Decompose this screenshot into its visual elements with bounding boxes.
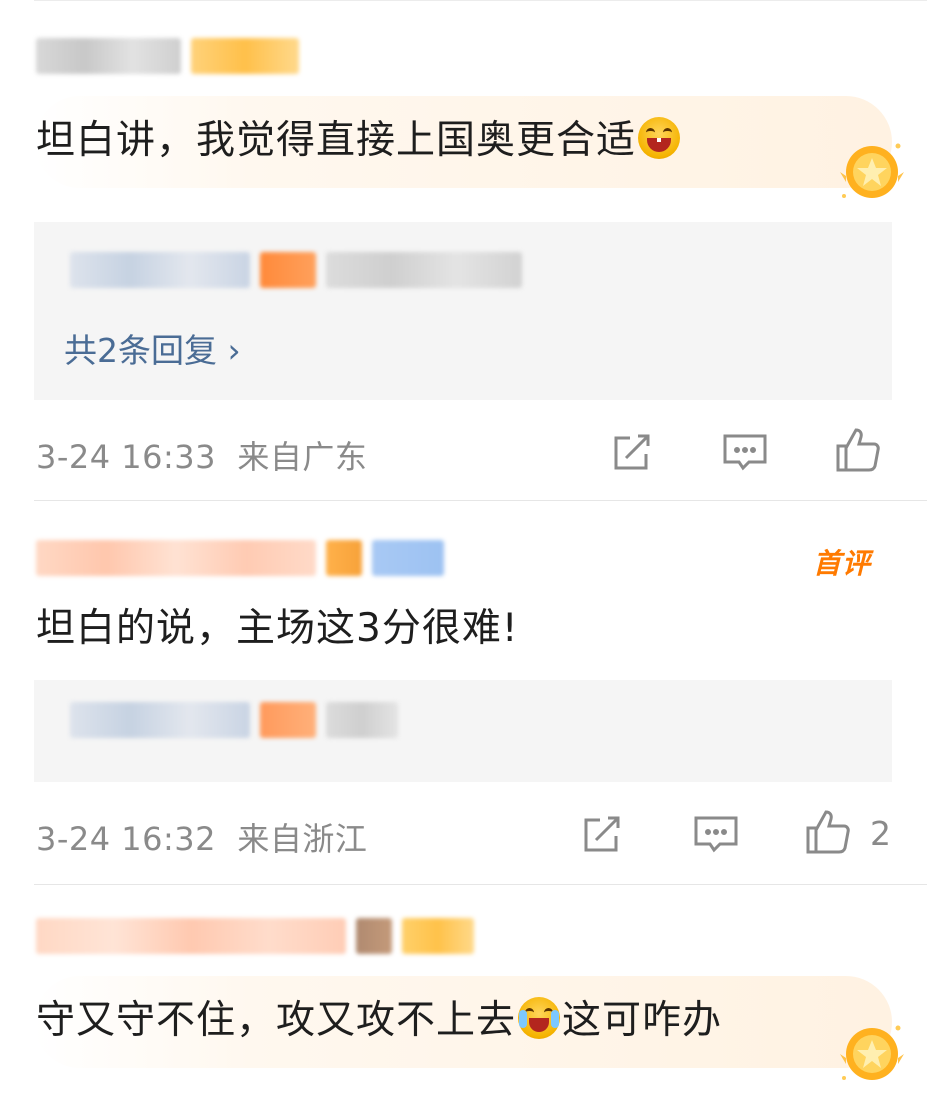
comment-text: 坦白的说，主场这3分很难! (36, 606, 519, 651)
comment-divider (34, 500, 927, 501)
reply-preview-box[interactable]: 共2条回复 › (34, 222, 892, 400)
comment-text: 坦白讲，我觉得直接上国奥更合适 (36, 114, 682, 168)
comment-meta: 3-24 16:33 来自广东 (36, 438, 368, 476)
comment-divider (34, 884, 927, 885)
user-badge (326, 540, 362, 576)
user-badge (372, 540, 444, 576)
like-count: 2 (870, 814, 891, 853)
crying-laughing-face-icon (518, 997, 561, 1039)
first-comment-badge: 首评 (812, 547, 871, 580)
comment-text: 守又守不住，攻又攻不上去 这可咋办 (36, 997, 723, 1043)
share-icon[interactable] (578, 810, 626, 858)
like-icon[interactable] (804, 808, 852, 856)
user-badge (356, 918, 392, 954)
comment-meta: 3-24 16:32 来自浙江 (36, 820, 368, 858)
comment-item: 坦白讲，我觉得直接上国奥更合适 共2条回复 › 3-24 16:33 来自广东 (0, 0, 927, 500)
username-blurred[interactable] (36, 918, 474, 954)
username-blurred[interactable] (36, 38, 299, 74)
reply-username-blurred (70, 702, 398, 738)
reply-preview-box[interactable] (34, 680, 892, 782)
comment-icon[interactable] (692, 810, 740, 858)
grinning-face-icon (638, 117, 681, 159)
view-replies-link[interactable]: 共2条回复 › (64, 324, 241, 372)
like-icon[interactable] (834, 426, 882, 474)
reply-username-blurred (70, 252, 522, 288)
medal-icon (836, 1018, 908, 1090)
share-icon[interactable] (608, 428, 656, 476)
comment-item: 守又守不住，攻又攻不上去 这可咋办 (0, 0, 927, 1080)
medal-icon (836, 136, 908, 208)
user-badge (402, 918, 474, 954)
username-blurred[interactable] (36, 540, 444, 576)
user-badge (191, 38, 299, 74)
comment-icon[interactable] (721, 428, 769, 476)
